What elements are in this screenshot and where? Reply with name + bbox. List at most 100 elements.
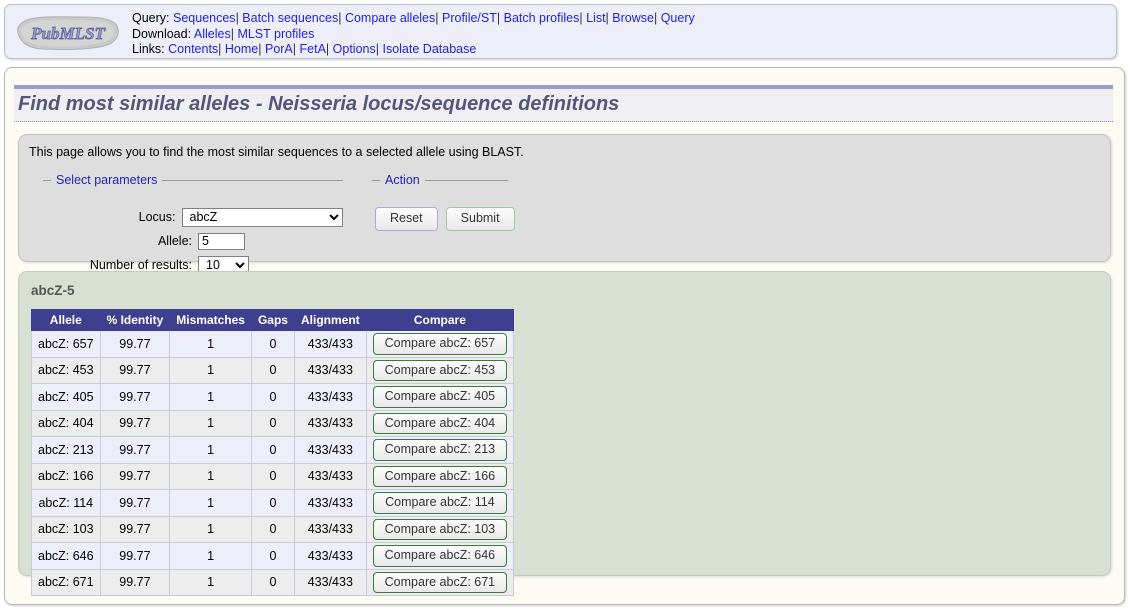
cell-alignment: 433/433 <box>293 462 367 490</box>
results-panel: abcZ-5 Allele % Identity Mismatches Gaps… <box>18 271 1111 596</box>
cell-allele: abcZ: 213 <box>31 436 101 464</box>
cell-identity: 99.77 <box>99 462 171 490</box>
cell-mismatches: 1 <box>169 462 252 490</box>
cell-identity: 99.77 <box>99 409 171 437</box>
compare-button[interactable]: Compare abcZ: 453 <box>372 359 508 381</box>
cell-identity: 99.77 <box>99 568 171 596</box>
compare-button[interactable]: Compare abcZ: 657 <box>372 333 508 355</box>
cell-compare: Compare abcZ: 405 <box>365 383 515 411</box>
nav-separator: | <box>218 42 222 57</box>
table-row: abcZ: 103 99.77 1 0 433/433 Compare abcZ… <box>31 515 515 543</box>
allele-label: Allele: <box>157 234 192 248</box>
numresults-label: Number of results: <box>89 258 192 272</box>
results-table: Allele % Identity Mismatches Gaps Alignm… <box>31 309 515 596</box>
cell-compare: Compare abcZ: 166 <box>365 462 515 490</box>
cell-compare: Compare abcZ: 671 <box>365 568 515 596</box>
nav-row-download-label: Download: <box>132 26 192 41</box>
cell-mismatches: 1 <box>169 515 252 543</box>
cell-identity: 99.77 <box>99 436 171 464</box>
nav-link-home[interactable]: Home <box>225 42 258 56</box>
compare-button[interactable]: Compare abcZ: 405 <box>372 386 508 408</box>
nav-separator: | <box>496 11 501 25</box>
locus-select[interactable]: abcZ <box>181 207 343 227</box>
locus-field-row: Locus: abcZ <box>43 207 343 227</box>
nav-separator: | <box>235 11 239 25</box>
table-row: abcZ: 166 99.77 1 0 433/433 Compare abcZ… <box>31 462 515 490</box>
compare-button[interactable]: Compare abcZ: 671 <box>372 571 508 593</box>
nav-link-batch-sequences[interactable]: Batch sequences <box>242 11 338 25</box>
allele-input[interactable] <box>198 232 245 250</box>
nav-link-batch-profiles[interactable]: Batch profiles <box>504 11 580 25</box>
cell-allele: abcZ: 114 <box>31 489 101 517</box>
pubmlst-logo: PubMLST <box>12 14 124 52</box>
nav-link-isolate-database[interactable]: Isolate Database <box>382 42 476 56</box>
nav-row-query: Query: Sequences| Batch sequences| Compa… <box>132 11 695 27</box>
cell-gaps: 0 <box>250 542 295 570</box>
nav-link-browse[interactable]: Browse <box>612 11 654 25</box>
nav-separator: | <box>325 42 330 57</box>
cell-alignment: 433/433 <box>293 489 367 517</box>
table-row: abcZ: 213 99.77 1 0 433/433 Compare abcZ… <box>31 436 515 464</box>
header-nav-links: Query: Sequences| Batch sequences| Compa… <box>132 11 695 58</box>
table-row: abcZ: 657 99.77 1 0 433/433 Compare abcZ… <box>31 330 515 358</box>
nav-link-contents[interactable]: Contents <box>168 42 218 56</box>
cell-alignment: 433/433 <box>293 436 367 464</box>
nav-link-options[interactable]: Options <box>333 42 376 56</box>
column-header-alignment: Alignment <box>293 309 367 331</box>
compare-button[interactable]: Compare abcZ: 213 <box>372 439 508 461</box>
results-table-head: Allele % Identity Mismatches Gaps Alignm… <box>31 309 515 331</box>
nav-row-download: Download: Alleles| MLST profiles <box>132 27 695 43</box>
nav-link-compare-alleles[interactable]: Compare alleles <box>345 11 435 25</box>
cell-compare: Compare abcZ: 453 <box>365 356 515 384</box>
nav-link-mlst-profiles[interactable]: MLST profiles <box>237 27 314 41</box>
compare-button[interactable]: Compare abcZ: 114 <box>373 492 507 514</box>
cell-mismatches: 1 <box>169 356 252 384</box>
page-title-text: Find most similar alleles - Neisseria lo… <box>18 93 620 115</box>
cell-compare: Compare abcZ: 103 <box>365 515 515 543</box>
submit-button[interactable]: Submit <box>445 207 515 231</box>
cell-mismatches: 1 <box>169 436 252 464</box>
compare-button[interactable]: Compare abcZ: 103 <box>372 518 508 540</box>
allele-field-row: Allele: <box>43 231 343 251</box>
cell-gaps: 0 <box>250 330 295 358</box>
nav-link-list[interactable]: List <box>586 11 605 25</box>
nav-link-query[interactable]: Query <box>661 11 695 25</box>
cell-compare: Compare abcZ: 213 <box>365 436 515 464</box>
cell-alignment: 433/433 <box>293 568 367 596</box>
nav-row-links-label: Links: <box>132 42 165 57</box>
nav-separator: | <box>292 42 297 57</box>
table-row: abcZ: 404 99.77 1 0 433/433 Compare abcZ… <box>31 409 515 437</box>
cell-identity: 99.77 <box>99 383 171 411</box>
cell-mismatches: 1 <box>169 383 252 411</box>
nav-separator: | <box>605 11 609 25</box>
table-row: abcZ: 671 99.77 1 0 433/433 Compare abcZ… <box>31 568 515 596</box>
nav-link-alleles[interactable]: Alleles <box>194 27 231 41</box>
compare-button[interactable]: Compare abcZ: 646 <box>372 545 508 567</box>
cell-mismatches: 1 <box>169 542 252 570</box>
cell-compare: Compare abcZ: 404 <box>365 409 515 437</box>
cell-mismatches: 1 <box>169 330 252 358</box>
nav-link-pora[interactable]: PorA <box>265 42 293 56</box>
cell-gaps: 0 <box>250 515 295 543</box>
cell-mismatches: 1 <box>169 409 252 437</box>
nav-row-query-label: Query: <box>132 11 170 25</box>
cell-alignment: 433/433 <box>293 383 367 411</box>
column-header-gaps: Gaps <box>250 309 295 331</box>
locus-label: Locus: <box>138 210 176 224</box>
nav-link-sequences[interactable]: Sequences <box>173 11 236 25</box>
site-header-panel: PubMLST Query: Sequences| Batch sequence… <box>4 4 1117 59</box>
cell-alignment: 433/433 <box>293 515 367 543</box>
nav-link-profile-st[interactable]: Profile/ST <box>442 11 497 25</box>
column-header-identity: % Identity <box>99 309 171 331</box>
column-header-compare: Compare <box>365 309 515 331</box>
compare-button[interactable]: Compare abcZ: 404 <box>372 412 508 434</box>
cell-alignment: 433/433 <box>293 542 367 570</box>
cell-identity: 99.77 <box>99 330 171 358</box>
nav-link-feta[interactable]: FetA <box>300 42 326 56</box>
compare-button[interactable]: Compare abcZ: 166 <box>372 465 508 487</box>
reset-button[interactable]: Reset <box>375 207 438 231</box>
cell-identity: 99.77 <box>99 542 171 570</box>
cell-gaps: 0 <box>250 462 295 490</box>
action-legend: Action <box>385 173 420 187</box>
cell-gaps: 0 <box>250 383 295 411</box>
